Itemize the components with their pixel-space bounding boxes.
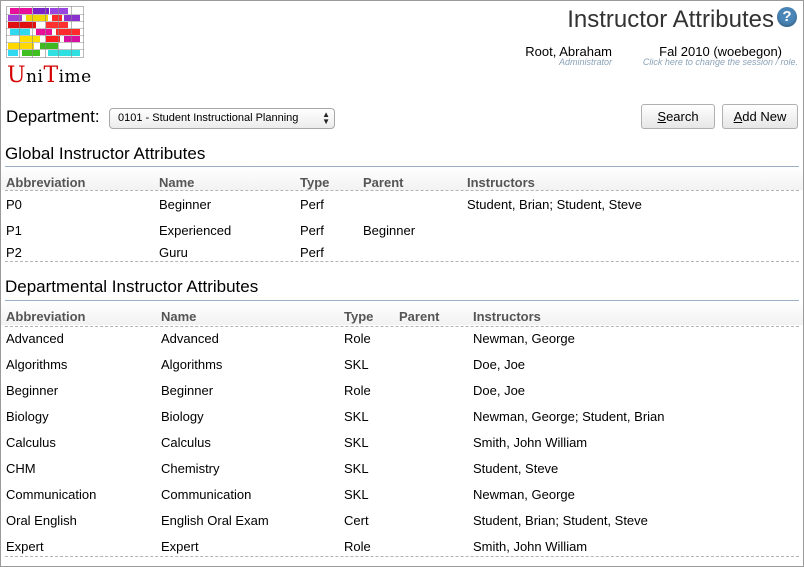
cell-abbreviation: P2 xyxy=(6,245,22,260)
cell-type: Perf xyxy=(300,197,324,212)
cell-instructors: Doe, Joe xyxy=(473,357,526,372)
unitime-logo[interactable]: UniTime xyxy=(6,6,91,88)
cell-type: SKL xyxy=(344,357,369,372)
column-header-type[interactable]: Type xyxy=(344,309,373,325)
column-header-instructors[interactable]: Instructors xyxy=(467,175,535,191)
help-icon[interactable]: ? xyxy=(777,7,797,27)
cell-instructors: Doe, Joe xyxy=(473,383,526,398)
column-header-name[interactable]: Name xyxy=(161,309,196,325)
cell-type: SKL xyxy=(344,409,369,424)
logo-timetable-grid xyxy=(6,6,84,58)
cell-abbreviation: P0 xyxy=(6,197,22,212)
column-header-parent[interactable]: Parent xyxy=(363,175,403,191)
cell-type: Perf xyxy=(300,245,324,260)
cell-type: SKL xyxy=(344,435,369,450)
cell-abbreviation: Advanced xyxy=(6,331,64,346)
table-end-divider xyxy=(5,556,799,557)
cell-name: Beginner xyxy=(161,383,214,398)
cell-instructors: Newman, George; Student, Brian xyxy=(473,409,665,424)
global-section-title: Global Instructor Attributes xyxy=(5,144,206,163)
user-role: Administrator xyxy=(558,57,612,67)
column-header-name[interactable]: Name xyxy=(159,175,194,191)
department-select[interactable]: 0101 - Student Instructional Planning ▲ ▼ xyxy=(109,108,335,129)
departmental-section-title: Departmental Instructor Attributes xyxy=(5,277,259,296)
page-title: Instructor Attributes xyxy=(567,6,774,33)
cell-abbreviation: Expert xyxy=(6,539,44,554)
cell-name: Calculus xyxy=(161,435,211,450)
department-selected-value: 0101 - Student Instructional Planning xyxy=(118,112,299,124)
cell-type: Role xyxy=(344,539,371,554)
session-change-hint[interactable]: Click here to change the session / role. xyxy=(643,57,798,67)
cell-abbreviation: Communication xyxy=(6,487,97,502)
cell-name: Communication xyxy=(161,487,252,502)
department-label: Department: xyxy=(6,107,100,126)
cell-abbreviation: Calculus xyxy=(6,435,56,450)
cell-abbreviation: P1 xyxy=(6,223,22,238)
cell-instructors: Student, Brian; Student, Steve xyxy=(467,197,642,212)
table-end-divider xyxy=(5,261,799,262)
cell-abbreviation: Oral English xyxy=(6,513,77,528)
column-header-type[interactable]: Type xyxy=(300,175,329,191)
cell-instructors: Smith, John William xyxy=(473,539,588,554)
add-access-key: A xyxy=(733,109,743,124)
cell-parent: Beginner xyxy=(363,223,416,238)
logo-letter-u: U xyxy=(7,63,27,88)
cell-abbreviation: Biology xyxy=(6,409,49,424)
cell-type: Role xyxy=(344,331,371,346)
cell-type: Perf xyxy=(300,223,324,238)
cell-name: Biology xyxy=(161,409,204,424)
logo-letters-ime: ime xyxy=(58,67,92,87)
search-access-key: S xyxy=(657,109,667,124)
column-header-abbreviation[interactable]: Abbreviation xyxy=(6,309,85,325)
select-arrows-icon: ▲ ▼ xyxy=(322,110,330,126)
column-header-parent[interactable]: Parent xyxy=(399,309,439,325)
cell-name: Beginner xyxy=(159,197,212,212)
logo-letters-ni: ni xyxy=(26,67,44,87)
cell-name: Advanced xyxy=(161,331,219,346)
add-new-button-label: dd New xyxy=(742,109,787,124)
cell-instructors: Newman, George xyxy=(473,331,575,346)
cell-name: English Oral Exam xyxy=(161,513,269,528)
cell-abbreviation: Beginner xyxy=(6,383,59,398)
column-header-abbreviation[interactable]: Abbreviation xyxy=(6,175,85,191)
cell-type: Cert xyxy=(344,513,369,528)
column-header-instructors[interactable]: Instructors xyxy=(473,309,541,325)
cell-abbreviation: CHM xyxy=(6,461,36,476)
cell-abbreviation: Algorithms xyxy=(6,357,68,372)
search-button[interactable]: Search xyxy=(641,104,715,129)
cell-type: Role xyxy=(344,383,371,398)
cell-name: Experienced xyxy=(159,223,232,238)
logo-wordmark: UniTime xyxy=(7,64,92,89)
header-divider xyxy=(5,190,799,191)
cell-type: SKL xyxy=(344,461,369,476)
add-new-button[interactable]: Add New xyxy=(722,104,798,129)
cell-type: SKL xyxy=(344,487,369,502)
cell-name: Chemistry xyxy=(161,461,220,476)
header-divider xyxy=(5,326,799,327)
logo-letter-t: T xyxy=(43,63,59,88)
cell-instructors: Newman, George xyxy=(473,487,575,502)
cell-name: Expert xyxy=(161,539,199,554)
cell-instructors: Student, Brian; Student, Steve xyxy=(473,513,648,528)
cell-name: Algorithms xyxy=(161,357,223,372)
cell-instructors: Smith, John William xyxy=(473,435,588,450)
cell-name: Guru xyxy=(159,245,188,260)
search-button-label: earch xyxy=(666,109,699,124)
cell-instructors: Student, Steve xyxy=(473,461,559,476)
